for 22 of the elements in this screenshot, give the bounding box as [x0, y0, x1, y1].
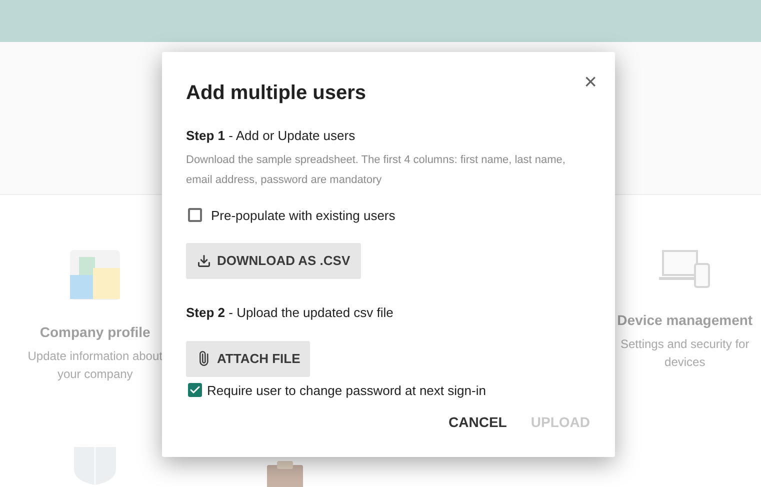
clipboard-icon	[267, 461, 304, 487]
attach-button[interactable]: ATTACH FILE	[186, 340, 310, 376]
tile-title: Company profile	[40, 323, 150, 342]
dialog-title: Add multiple users	[186, 81, 366, 106]
checkbox-label: Require user to change password at next sign-in	[207, 382, 486, 400]
tile-description: Settings and security for devices	[620, 336, 750, 371]
tile-description: Update information about your company	[26, 348, 164, 383]
dialog-action-button[interactable]: CANCEL	[448, 412, 507, 433]
step-description: Download the sample spreadsheet. The first 4 columns: first name, last name, email address, password are mandatory	[186, 152, 566, 188]
checkbox-label: Pre-populate with existing users	[211, 206, 396, 225]
close-button[interactable]: ×	[584, 70, 597, 94]
download-icon	[197, 254, 211, 268]
prepopulate-option[interactable]: Pre-populate with existing users	[188, 206, 591, 225]
step-heading: Step 1 - Add or Update users	[186, 127, 356, 145]
tile-title: Device management	[617, 311, 753, 330]
require-change-option[interactable]: Require user to change password at next sign-in	[188, 380, 591, 400]
download-button[interactable]: DOWNLOAD AS .CSV	[186, 243, 362, 279]
checkbox[interactable]	[188, 208, 202, 222]
step-heading: Step 2 - Upload the updated csv file	[186, 304, 394, 322]
checkbox[interactable]	[188, 383, 202, 398]
buildings-icon	[70, 250, 120, 300]
laptop-phone-icon	[658, 250, 711, 288]
